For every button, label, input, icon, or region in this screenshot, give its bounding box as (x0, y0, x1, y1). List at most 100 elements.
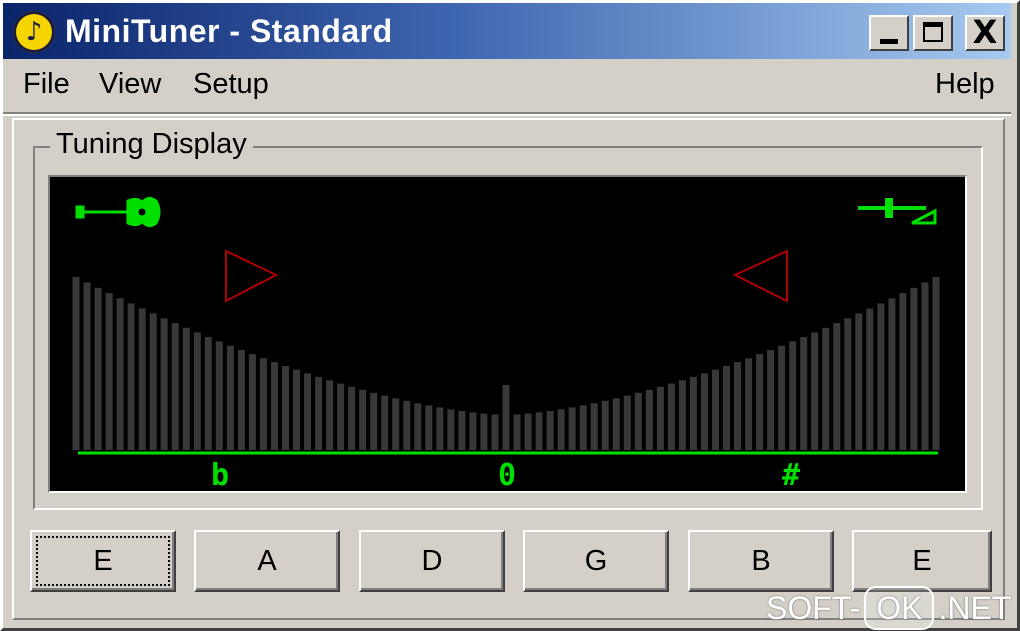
meter-bar (215, 341, 223, 450)
meter-bar (149, 313, 157, 450)
center-label: 0 (498, 458, 516, 491)
meter-bar (579, 405, 587, 450)
meter-bar (282, 366, 289, 450)
meter-bar (248, 354, 256, 450)
meter-bar (315, 376, 323, 450)
menu-setup[interactable]: Setup (193, 68, 269, 101)
note-button-d[interactable]: D (359, 530, 505, 592)
meter-bar (237, 350, 245, 450)
meter-bar (888, 298, 896, 450)
meter-bar (546, 411, 554, 450)
meter-bar (370, 392, 378, 450)
meter-bar (910, 287, 918, 450)
meter-bar (116, 298, 124, 450)
watermark-text-right: .NET (938, 589, 1012, 626)
meter-bar (745, 358, 753, 450)
menu-bar: File View Setup Help (3, 60, 1011, 112)
meter-bar (94, 287, 102, 450)
meter-bar (756, 354, 764, 450)
meter-bar (436, 407, 444, 450)
meter-bar (734, 362, 741, 450)
menu-file[interactable]: File (23, 68, 70, 101)
meter-bar (612, 398, 620, 450)
menu-separator (3, 112, 1011, 116)
meter-bar (667, 383, 675, 450)
tuning-display: b 0 # (48, 175, 967, 493)
meter-bar (138, 308, 146, 450)
note-button-e-low[interactable]: E (30, 530, 176, 592)
sharp-arrow-icon (732, 249, 788, 303)
meter-bar (447, 409, 455, 450)
meter-bar (844, 318, 852, 450)
meter-bar (226, 345, 234, 450)
meter-bar (193, 332, 201, 450)
meter-bar (414, 403, 422, 450)
meter-bar (524, 413, 532, 450)
meter-bar (480, 413, 488, 450)
meter-bar (623, 395, 631, 450)
watermark-text-left: SOFT- (766, 589, 861, 626)
menu-help[interactable]: Help (935, 68, 995, 101)
title-bar[interactable]: ♪ MiniTuner - Standard X (3, 3, 1011, 59)
meter-bar (557, 409, 565, 450)
meter-bar (403, 400, 411, 450)
meter-bar (326, 380, 334, 450)
tuning-display-label: Tuning Display (50, 128, 253, 161)
meter-bar (259, 358, 267, 450)
app-logo-icon: ♪ (13, 11, 55, 53)
maximize-icon (923, 22, 943, 42)
flat-arrow-icon (225, 249, 279, 303)
meter-bar (833, 323, 841, 450)
note-button-g[interactable]: G (523, 530, 669, 592)
meter-bar (877, 303, 885, 450)
fork-icon (858, 198, 937, 225)
note-button-e-high[interactable]: E (852, 530, 992, 592)
sharp-label: # (782, 458, 800, 491)
meter-bar (789, 341, 797, 450)
meter-bar (182, 327, 190, 450)
meter-bar (932, 277, 940, 450)
watermark: SOFT- OK .NET (766, 586, 1012, 630)
meter-bar (866, 308, 874, 450)
meter-bar (678, 380, 686, 450)
meter-bar (502, 385, 510, 450)
meter-bar (491, 414, 499, 450)
meter-bar (701, 373, 708, 450)
meter-bar (535, 412, 543, 450)
guitar-icon (75, 196, 161, 228)
meter-bar (348, 386, 356, 450)
note-button-b[interactable]: B (688, 530, 834, 592)
minimize-button[interactable] (869, 15, 909, 51)
menu-view[interactable]: View (99, 68, 161, 101)
meter-bar (723, 366, 730, 450)
meter-bar (83, 282, 91, 450)
meter-bar (767, 350, 775, 450)
meter-bar (855, 313, 863, 450)
meter-bar (513, 414, 521, 450)
close-icon: X (972, 13, 998, 51)
meter-bar (392, 398, 400, 450)
meter-bar (127, 303, 135, 450)
meter-bar (204, 337, 212, 450)
meter-bar (337, 383, 345, 450)
tuning-meter: b 0 # (72, 196, 940, 491)
minimize-icon (880, 39, 898, 44)
flat-label: b (211, 458, 229, 491)
meter-bar (359, 389, 367, 450)
meter-bars (72, 277, 940, 450)
meter-bar (899, 293, 907, 450)
meter-bar (645, 389, 653, 450)
meter-bar (778, 345, 786, 450)
meter-bar (381, 395, 389, 450)
meter-bar (293, 369, 300, 450)
maximize-button[interactable] (913, 15, 953, 51)
window-title: MiniTuner - Standard (65, 13, 393, 49)
note-button-a[interactable]: A (194, 530, 340, 592)
meter-bar (271, 362, 278, 450)
close-button[interactable]: X (965, 13, 1005, 51)
meter-bar (921, 282, 929, 450)
meter-bar (822, 327, 830, 450)
meter-bar (634, 392, 642, 450)
meter-bar (425, 405, 433, 450)
meter-bar (568, 407, 576, 450)
